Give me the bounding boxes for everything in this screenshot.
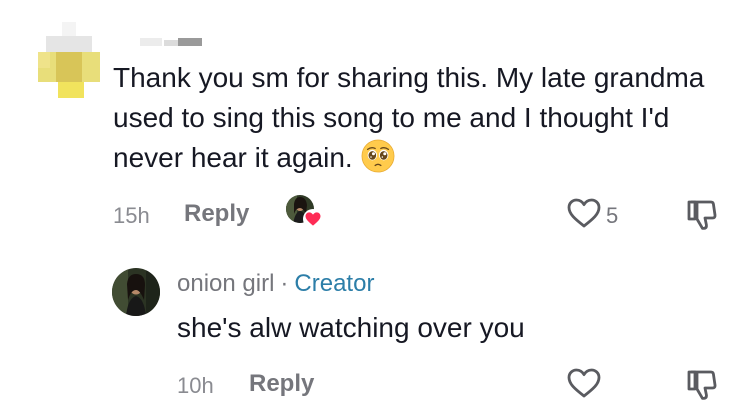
like-count: 5	[606, 203, 619, 228]
comment-timestamp: 15h	[113, 203, 150, 228]
comment-thread: Thank you sm for sharing this. My late g…	[0, 0, 750, 410]
creator-avatar[interactable]	[112, 268, 160, 316]
heart-outline-icon[interactable]	[566, 197, 602, 229]
reply-comment-text: she's alw watching over you	[177, 312, 525, 343]
username-redacted[interactable]	[140, 36, 202, 48]
avatar-pixel	[58, 82, 84, 98]
reply-button[interactable]: Reply	[249, 370, 314, 398]
avatar-pixel	[38, 52, 50, 68]
separator-dot: ·	[280, 270, 289, 297]
creator-badge: Creator	[294, 270, 375, 297]
avatar[interactable]	[38, 22, 100, 98]
reply-button[interactable]: Reply	[184, 200, 249, 228]
creator-liked-badge	[285, 194, 325, 232]
redaction-block	[140, 38, 162, 46]
reply-username[interactable]: onion girl	[177, 270, 274, 297]
avatar-photo-icon	[112, 268, 160, 316]
comment-text: Thank you sm for sharing this. My late g…	[113, 58, 713, 178]
heart-filled-icon	[303, 209, 323, 229]
redaction-block	[178, 38, 202, 46]
heart-outline-icon[interactable]	[566, 367, 602, 399]
pleading-face-emoji-icon	[361, 139, 395, 173]
redaction-block	[164, 40, 178, 46]
reply-author-row: onion girl · Creator	[177, 270, 374, 298]
avatar-pixel	[56, 52, 82, 82]
avatar-pixel	[62, 22, 76, 36]
avatar-pixel	[46, 36, 92, 52]
thumbs-down-icon[interactable]	[685, 368, 719, 402]
thumbs-down-icon[interactable]	[685, 198, 719, 232]
reply-timestamp: 10h	[177, 373, 214, 398]
comment-body: Thank you sm for sharing this. My late g…	[113, 62, 705, 173]
